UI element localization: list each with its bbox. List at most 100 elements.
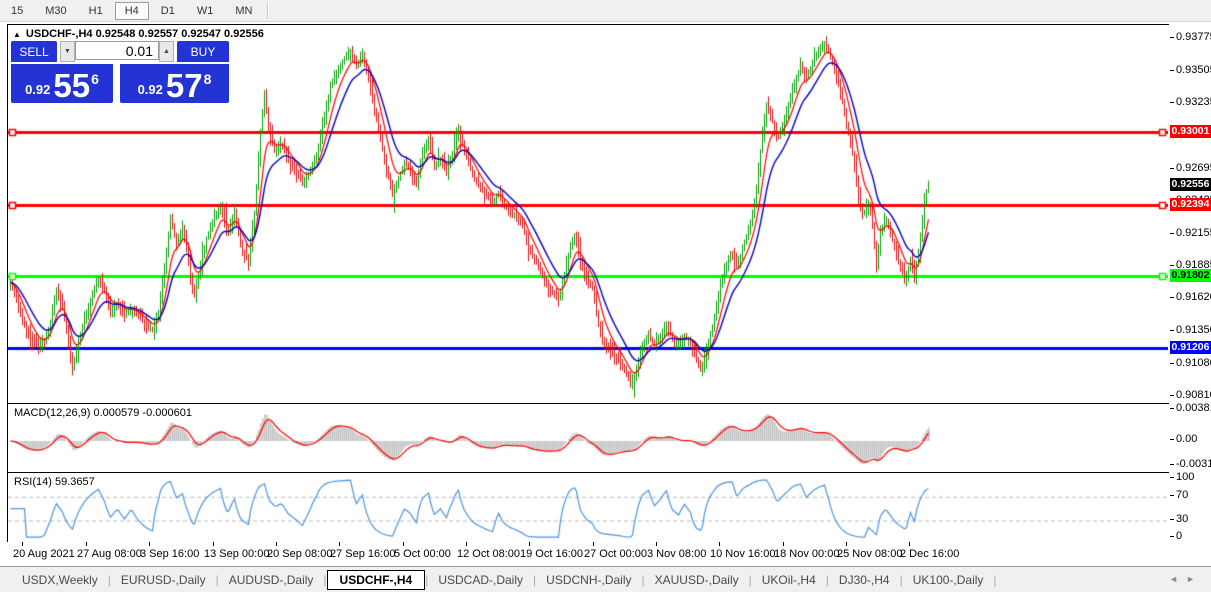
time-axis-label: 20 Aug 2021 (13, 548, 75, 560)
time-axis-label: 12 Oct 08:00 (457, 548, 520, 560)
current-price-badge: 0.92556 (1170, 178, 1211, 192)
time-axis-label: 10 Nov 16:00 (710, 548, 776, 560)
time-axis-tick (276, 542, 277, 546)
chart-tab-xauusd-daily[interactable]: XAUUSD-,Daily (645, 570, 749, 590)
price-axis-label: 0.92155 (1170, 227, 1211, 240)
macd-axis-label: -0.003115 (1170, 458, 1211, 471)
volume-input[interactable] (75, 41, 159, 60)
time-axis-label: 27 Oct 00:00 (584, 548, 647, 560)
buy-price-prefix: 0.92 (137, 82, 163, 97)
level-price-badge: 0.93001 (1170, 124, 1211, 138)
macd-axis-label: 0.00 (1169, 433, 1198, 445)
price-axis-label: 0.93775 (1170, 31, 1211, 44)
volume-stepper: ▼ ▲ (60, 41, 174, 62)
chevron-down-icon: ▼ (64, 48, 71, 55)
chart-tab-ukoil-h4[interactable]: UKOil-,H4 (752, 570, 826, 590)
chart-tab-usdchf-h4[interactable]: USDCHF-,H4 (326, 569, 426, 590)
time-axis-tick (466, 542, 467, 546)
tf-button-h4[interactable]: H4 (114, 1, 149, 20)
time-axis-label: 27 Sep 16:00 (330, 548, 396, 560)
buy-price[interactable]: 0.92 57 8 (120, 63, 229, 103)
volume-increase-button[interactable]: ▲ (159, 41, 174, 62)
chart-tab-usdx-weekly[interactable]: USDX,Weekly (12, 570, 108, 590)
time-axis-tick (656, 542, 657, 546)
time-axis-label: 25 Nov 08:00 (837, 548, 903, 560)
chart-tab-audusd-daily[interactable]: AUDUSD-,Daily (219, 570, 324, 590)
rsi-axis-label: 70 (1169, 489, 1189, 501)
time-axis-tick (846, 542, 847, 546)
sell-price-sup: 6 (91, 71, 99, 87)
time-axis-label: 13 Sep 00:00 (204, 548, 270, 560)
chart-tab-eurusd-daily[interactable]: EURUSD-,Daily (111, 570, 216, 590)
tf-button-mn[interactable]: MN (225, 2, 262, 20)
time-axis-tick (86, 542, 87, 546)
level-price-badge: 0.91206 (1170, 341, 1211, 355)
time-axis-tick (213, 542, 214, 546)
one-click-trading-panel: SELL ▼ ▲ BUY 0.92 55 6 0.92 57 8 (11, 41, 229, 103)
time-axis-tick (909, 542, 910, 546)
tab-scroll-right-icon[interactable]: ► (1186, 574, 1203, 584)
time-axis-label: 3 Sep 16:00 (140, 548, 200, 560)
price-axis-label: 0.92695 (1170, 162, 1211, 175)
level-price-badge: 0.91802 (1170, 269, 1211, 283)
price-axis-label: 0.91080 (1170, 357, 1211, 370)
tf-button-15[interactable]: 15 (1, 2, 33, 20)
sell-price-prefix: 0.92 (25, 82, 51, 97)
time-axis-label: 3 Nov 08:00 (647, 548, 707, 560)
timeframe-toolbar: 15 M30 H1 H4 D1 W1 MN (0, 0, 1211, 22)
chart-window: ▲ USDCHF-,H4 0.92548 0.92557 0.92547 0.9… (0, 22, 1211, 566)
sell-button[interactable]: SELL (11, 41, 57, 62)
sell-price[interactable]: 0.92 55 6 (11, 63, 113, 103)
price-axis[interactable]: 0.937750.935050.932350.929650.926950.924… (1169, 22, 1211, 566)
price-axis-label: 0.90810 (1170, 389, 1211, 402)
time-axis-tick (593, 542, 594, 546)
tf-button-d1[interactable]: D1 (151, 2, 185, 20)
time-axis-label: 19 Oct 16:00 (520, 548, 583, 560)
time-axis[interactable]: 20 Aug 2021 27 Aug 08:00 3 Sep 16:00 13 Sep… (7, 542, 1169, 566)
price-chart-panel: ▲ USDCHF-,H4 0.92548 0.92557 0.92547 0.9… (7, 24, 1171, 404)
price-axis-label: 0.93235 (1170, 96, 1211, 109)
buy-price-sup: 8 (203, 71, 212, 87)
rsi-label: RSI(14) 59.3657 (14, 476, 95, 488)
rsi-axis-label: 100 (1169, 471, 1195, 483)
tf-button-m30[interactable]: M30 (35, 2, 76, 20)
chart-tab-bar: ◄► USDX,Weekly | EURUSD-,Daily | AUDUSD-,Dai… (0, 566, 1211, 592)
toolbar-separator (267, 2, 270, 19)
collapse-arrow-icon[interactable]: ▲ (13, 30, 21, 39)
tf-button-w1[interactable]: W1 (187, 2, 224, 20)
chevron-up-icon: ▲ (163, 48, 170, 55)
chart-tab-dj30-h4[interactable]: DJ30-,H4 (829, 570, 900, 590)
time-axis-label: 18 Nov 00:00 (774, 548, 840, 560)
macd-label: MACD(12,26,9) 0.000579 -0.000601 (14, 407, 192, 419)
time-axis-tick (719, 542, 720, 546)
time-axis-tick (403, 542, 404, 546)
time-axis-tick (149, 542, 150, 546)
tf-button-h1[interactable]: H1 (79, 2, 113, 20)
chart-tab-uk100-daily[interactable]: UK100-,Daily (903, 570, 994, 590)
time-axis-label: 5 Oct 00:00 (394, 548, 451, 560)
sell-price-big: 55 (53, 67, 91, 104)
buy-button[interactable]: BUY (177, 41, 229, 62)
time-axis-tick (529, 542, 530, 546)
time-axis-tick (783, 542, 784, 546)
price-axis-label: 0.91350 (1170, 324, 1211, 337)
time-axis-tick (22, 542, 23, 546)
macd-panel: MACD(12,26,9) 0.000579 -0.000601 (7, 403, 1171, 473)
tab-scroll-arrows: ◄► (1169, 574, 1203, 584)
rsi-canvas[interactable] (8, 473, 1168, 541)
tab-separator: | (993, 572, 997, 587)
chart-tab-usdcad-daily[interactable]: USDCAD-,Daily (428, 570, 533, 590)
chart-header-text: USDCHF-,H4 0.92548 0.92557 0.92547 0.925… (25, 28, 264, 40)
rsi-axis-label: 0 (1169, 530, 1183, 542)
chart-header: ▲ USDCHF-,H4 0.92548 0.92557 0.92547 0.9… (13, 28, 264, 40)
time-axis-label: 20 Sep 08:00 (267, 548, 333, 560)
time-axis-label: 27 Aug 08:00 (77, 548, 142, 560)
buy-price-big: 57 (165, 67, 203, 104)
price-axis-label: 0.91620 (1170, 291, 1211, 304)
tab-scroll-left-icon[interactable]: ◄ (1169, 574, 1186, 584)
price-axis-label: 0.93505 (1170, 64, 1211, 77)
volume-decrease-button[interactable]: ▼ (60, 41, 75, 62)
macd-axis-label: 0.003811 (1169, 402, 1211, 415)
time-axis-label: 2 Dec 16:00 (900, 548, 960, 560)
chart-tab-usdcnh-daily[interactable]: USDCNH-,Daily (536, 570, 641, 590)
